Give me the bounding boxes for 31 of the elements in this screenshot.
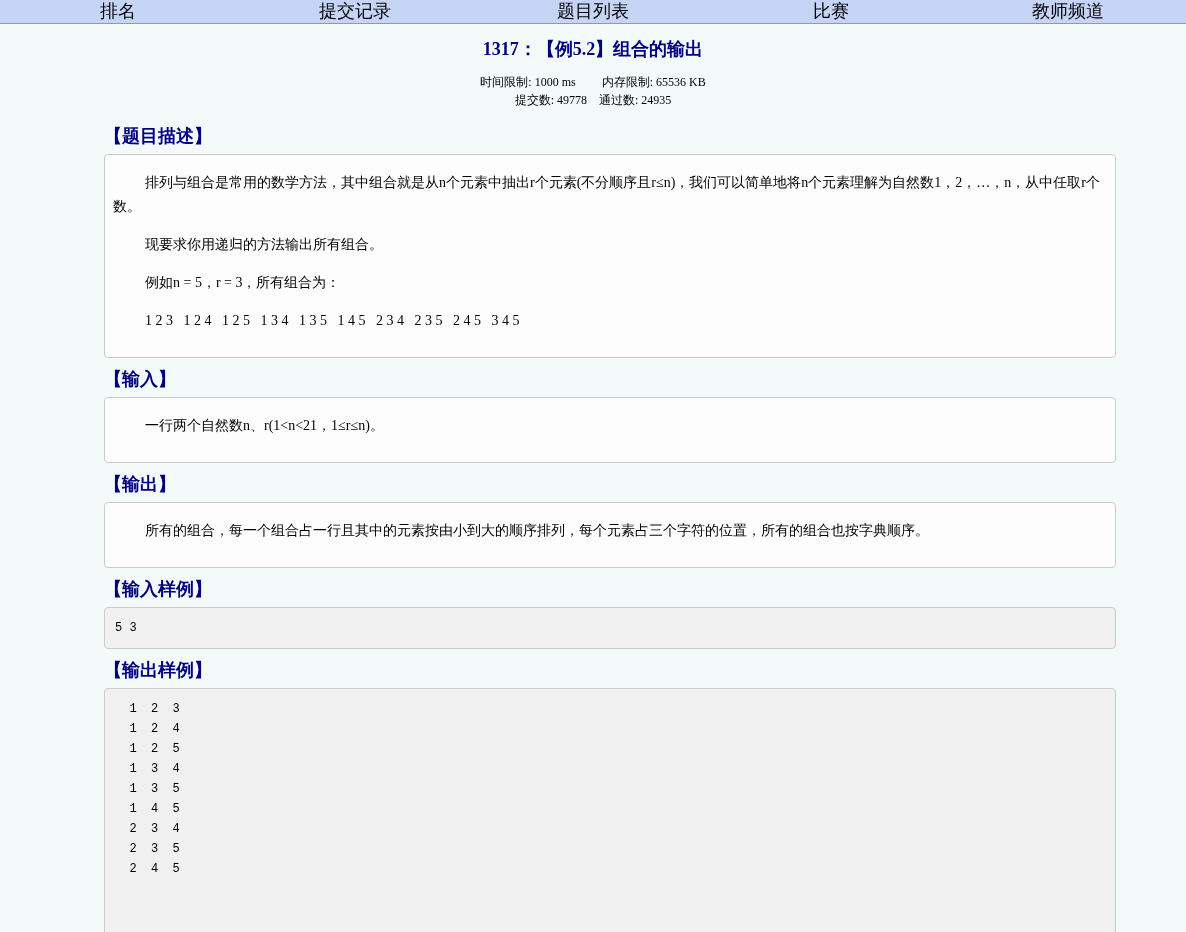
nav-link[interactable]: 教师频道 — [950, 0, 1186, 23]
section-heading: 【输入样例】 — [104, 578, 213, 601]
section-heading: 【题目描述】 — [104, 125, 213, 148]
code-line: 1 2 3 — [128, 701, 180, 718]
paragraph: 所有的组合，每一个组合占一行且其中的元素按由小到大的顺序排列，每个元素占三个字符的位置，所有的组合也按字典顺序。 — [144, 522, 930, 540]
nav-link[interactable]: 题目列表 — [475, 0, 711, 23]
submission-count: 提交数: 49778 — [514, 92, 587, 109]
code-line: 5 3 — [115, 620, 137, 637]
nav-link[interactable]: 比赛 — [712, 0, 949, 23]
paragraph: 一行两个自然数n、r(1<n<21，1≤r≤n)。 — [144, 417, 385, 435]
code-line: 2 3 4 — [128, 821, 180, 838]
nav-link[interactable]: 提交记录 — [237, 0, 474, 23]
paragraph: 现要求你用递归的方法输出所有组合。 — [144, 236, 384, 254]
section-heading: 【输出样例】 — [104, 659, 213, 682]
nav-link[interactable]: 排名 — [0, 0, 236, 23]
code-line: 2 4 5 — [128, 861, 180, 878]
time-limit: 时间限制: 1000 ms — [480, 74, 576, 91]
code-line: 1 4 5 — [128, 801, 180, 818]
code-line: 1 2 4 — [128, 721, 180, 738]
code-line: 2 3 5 — [128, 841, 180, 858]
memory-limit: 内存限制: 65536 KB — [601, 74, 706, 91]
problem-title: 1317：【例5.2】组合的输出 — [482, 38, 704, 61]
paragraph: 1 2 3 1 2 4 1 2 5 1 3 4 1 3 5 1 4 5 2 3 4 2 3 5 2 4 5 3 4 5 — [144, 312, 521, 330]
accepted-count: 通过数: 24935 — [599, 92, 672, 109]
code-line: 1 3 5 — [128, 781, 180, 798]
code-line: 1 3 4 — [128, 761, 180, 778]
paragraph: 排列与组合是常用的数学方法，其中组合就是从n个元素中抽出r个元素(不分顺序且r≤n)，我们可以简单地将n个元素理解为自然数1，2，…，n，从中任取r个数。 — [113, 174, 1101, 216]
section-heading: 【输出】 — [104, 473, 177, 496]
paragraph: 例如n = 5，r = 3，所有组合为： — [144, 274, 342, 292]
code-line: 1 2 5 — [128, 741, 180, 758]
section-heading: 【输入】 — [104, 368, 177, 391]
